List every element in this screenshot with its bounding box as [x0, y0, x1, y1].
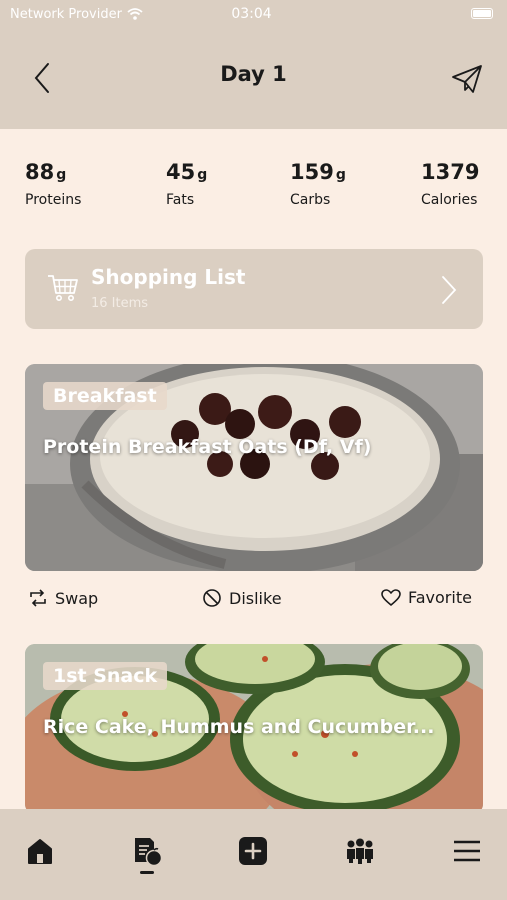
favorite-button[interactable]: Favorite: [381, 588, 472, 607]
macro-label: Proteins: [25, 192, 82, 208]
macro-value: 1379: [421, 160, 480, 184]
meal-name: Rice Cake, Hummus and Cucumber...: [43, 716, 435, 738]
shopping-list-card[interactable]: Shopping List 16 Items: [25, 249, 483, 329]
header-bar: Network Provider 03:04 Day 1: [0, 0, 507, 129]
home-icon: [28, 839, 52, 864]
status-time: 03:04: [231, 6, 272, 22]
dislike-button[interactable]: Dislike: [202, 588, 282, 608]
macro-calories: 1379 Calories: [421, 160, 481, 208]
community-icon: [347, 838, 373, 864]
tab-menu[interactable]: [447, 831, 487, 871]
shopping-list-count: 16 Items: [91, 296, 149, 311]
meal-card-breakfast[interactable]: Breakfast Protein Breakfast Oats (Df, Vf…: [25, 364, 483, 571]
tab-bar: [0, 809, 507, 900]
dislike-label: Dislike: [229, 588, 282, 608]
macro-fats: 45 g Fats: [166, 160, 207, 208]
shopping-list-title: Shopping List: [91, 265, 246, 289]
macro-unit: g: [197, 167, 208, 183]
active-tab-indicator: [140, 871, 154, 874]
meal-tag: 1st Snack: [43, 662, 168, 690]
heart-icon: [381, 588, 401, 606]
macro-label: Calories: [421, 192, 478, 208]
page-title: Day 1: [220, 62, 287, 86]
macro-carbs: 159 g Carbs: [290, 160, 346, 208]
chevron-right-icon: [442, 276, 457, 304]
swap-icon: [30, 589, 46, 607]
macro-proteins: 88 g Proteins: [25, 160, 81, 208]
macro-summary: 88 g Proteins 45 g Fats 159 g Carbs 1379 Ca…: [25, 160, 482, 212]
macro-unit: g: [56, 167, 67, 183]
meal-tag: Breakfast: [43, 382, 167, 410]
swap-label: Swap: [55, 588, 99, 608]
tab-community[interactable]: [340, 831, 380, 871]
macro-label: Carbs: [290, 192, 331, 208]
meal-name: Protein Breakfast Oats (Df, Vf): [43, 436, 372, 458]
tab-home[interactable]: [20, 831, 60, 871]
share-button[interactable]: [449, 61, 485, 97]
macro-value: 45: [166, 160, 196, 184]
meal-card-snack[interactable]: 1st Snack Rice Cake, Hummus and Cucumber…: [25, 644, 483, 814]
status-bar: Network Provider 03:04: [10, 5, 493, 23]
swap-button[interactable]: Swap: [28, 588, 98, 608]
cart-icon: [48, 275, 78, 301]
macro-value: 88: [25, 160, 55, 184]
macro-value: 159: [290, 160, 334, 184]
tab-meal-plan[interactable]: [127, 831, 167, 871]
add-icon: [239, 837, 267, 865]
meal-plan-icon: [135, 838, 163, 867]
battery-icon: [471, 8, 493, 19]
favorite-label: Favorite: [408, 588, 472, 607]
macro-label: Fats: [166, 192, 195, 208]
block-icon: [203, 589, 221, 607]
send-icon: [452, 65, 482, 93]
macro-unit: g: [335, 167, 346, 183]
meal-actions: Swap Dislike Favorite: [25, 588, 483, 616]
tab-add[interactable]: [233, 831, 273, 871]
menu-icon: [454, 840, 480, 862]
